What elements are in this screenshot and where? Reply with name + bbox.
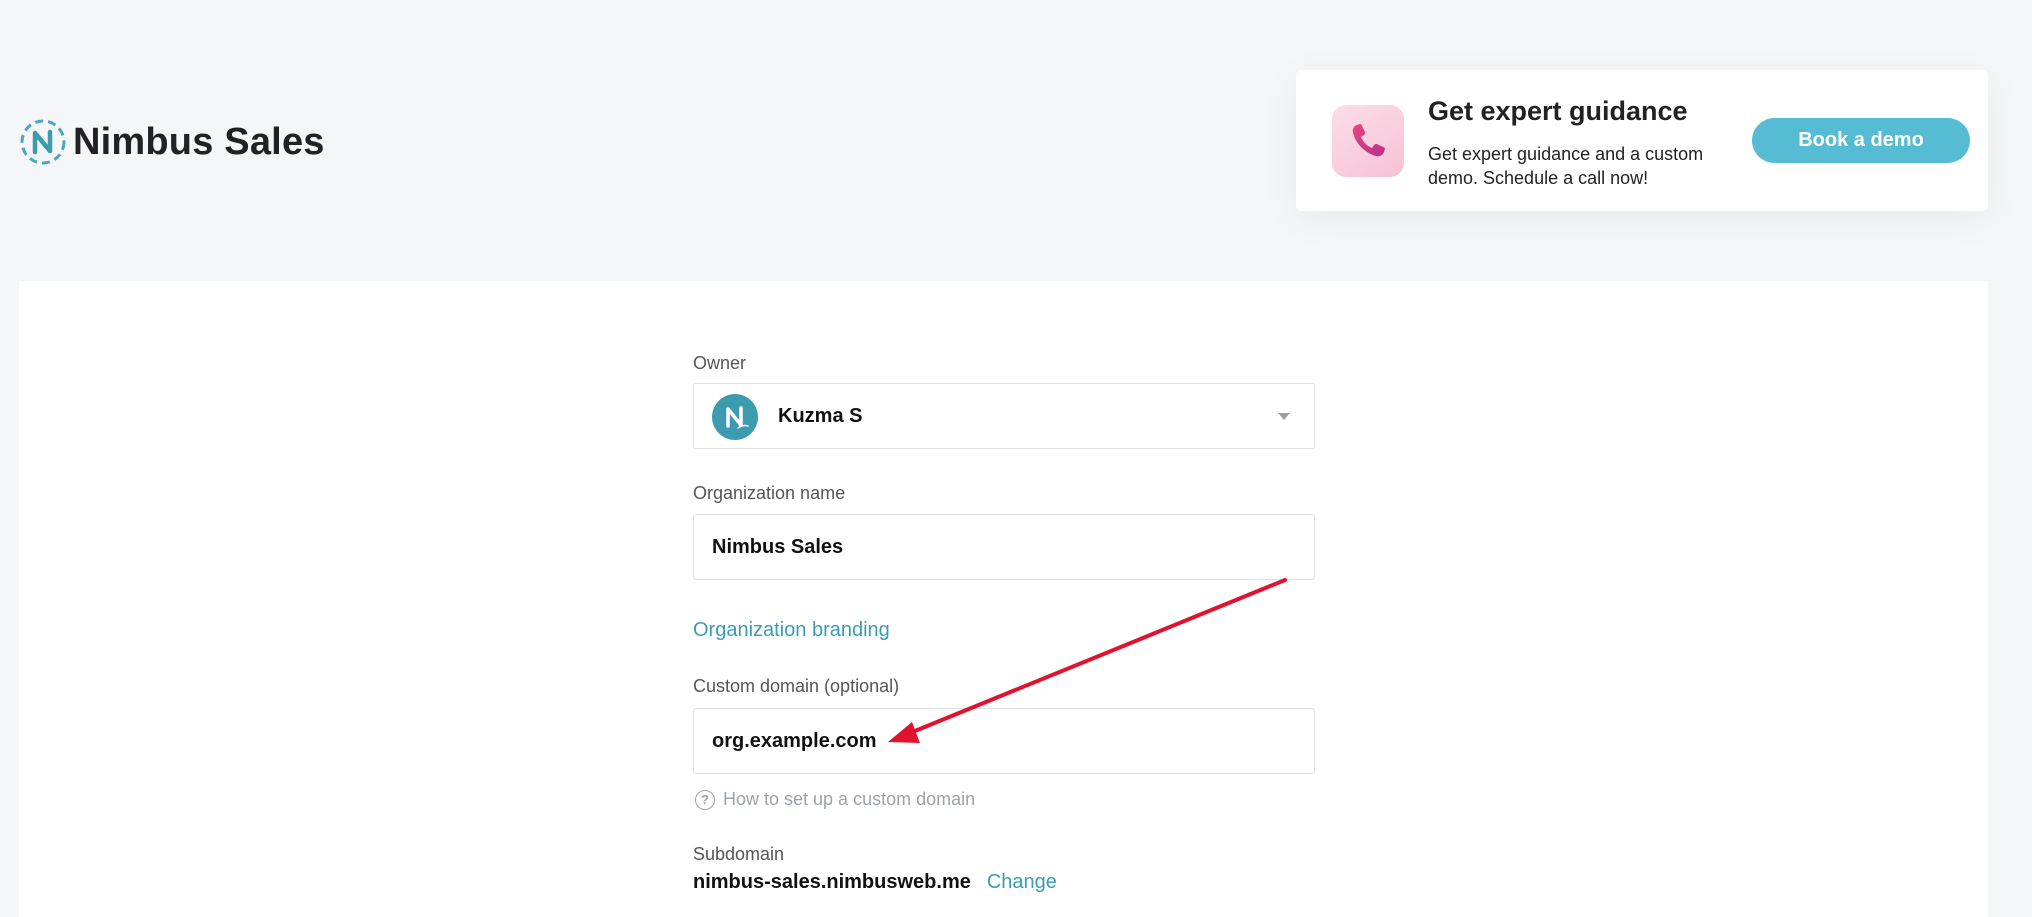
owner-name: Kuzma S [778,405,863,427]
custom-domain-label: Custom domain (optional) [693,676,900,696]
org-name-label: Organization name [693,483,846,503]
organization-branding-link[interactable]: Organization branding [693,619,890,642]
brand-name: Nimbus Sales [73,120,325,163]
custom-domain-input[interactable]: org.example.com [693,708,1315,774]
custom-domain-value: org.example.com [712,730,877,752]
brand: Nimbus Sales [19,118,325,166]
subdomain-label: Subdomain [693,844,785,864]
custom-domain-help-link[interactable]: ? How to set up a custom domain [695,789,975,810]
custom-domain-help-text: How to set up a custom domain [723,789,976,809]
promo-title: Get expert guidance [1428,96,1688,126]
owner-select[interactable]: Kuzma S [693,383,1315,449]
chevron-down-icon [1278,413,1290,420]
question-icon: ? [695,789,715,810]
org-name-input[interactable]: Nimbus Sales [693,514,1315,580]
owner-label: Owner [693,353,747,373]
promo-card: Get expert guidance Get expert guidance … [1296,70,1988,211]
nimbus-avatar-icon [726,406,749,429]
change-subdomain-link[interactable]: Change [987,871,1057,894]
promo-text: Get expert guidance and a custom demo. S… [1428,144,1704,188]
avatar [712,394,758,440]
settings-panel: Owner Kuzma S Organization name Nimbus S… [19,281,1988,917]
phone-icon [1352,124,1385,157]
promo-icon-tile [1332,105,1404,177]
book-demo-button[interactable]: Book a demo [1752,118,1970,163]
nimbus-logo-icon [20,119,66,165]
page: Nimbus Sales Get expert guidance Get exp… [0,0,2032,917]
org-name-value: Nimbus Sales [712,536,844,558]
subdomain-row: nimbus-sales.nimbusweb.me Change [693,871,1057,894]
subdomain-value: nimbus-sales.nimbusweb.me [693,871,971,893]
